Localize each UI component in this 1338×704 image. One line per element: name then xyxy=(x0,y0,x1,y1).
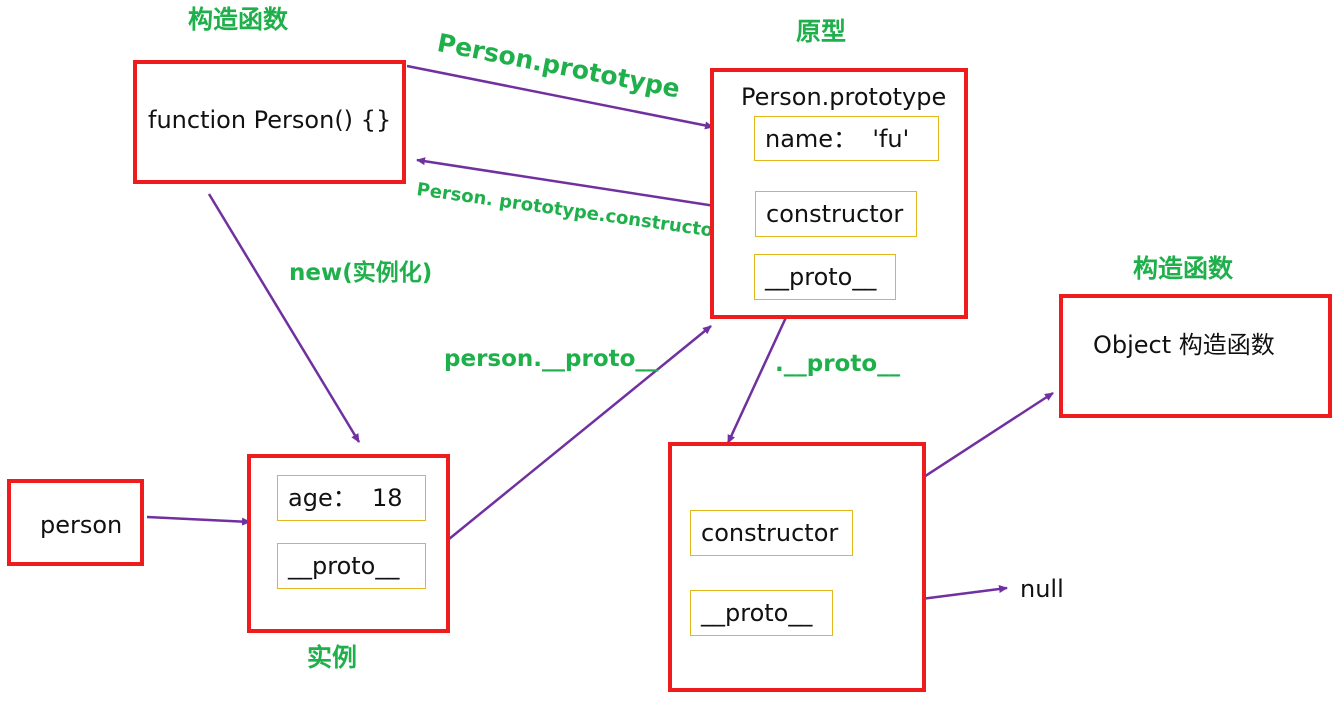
instance-age-property: age： 18 xyxy=(277,475,426,521)
arrow-label-proto: .__proto__ xyxy=(775,351,901,377)
prototype-constructor-property: constructor xyxy=(755,191,917,237)
instance-proto-property: __proto__ xyxy=(277,543,426,589)
prototype-title: 原型 xyxy=(796,17,847,46)
object-prototype-constructor-property: constructor xyxy=(690,510,853,556)
prototype-box-title: Person.prototype xyxy=(741,83,947,111)
constructor-function-title: 构造函数 xyxy=(188,5,289,34)
null-text: null xyxy=(1020,575,1064,603)
arrow-label-person-prototype: Person.prototype xyxy=(434,28,683,104)
person-variable-text: person xyxy=(40,511,123,539)
object-constructor-title: 构造函数 xyxy=(1133,254,1234,283)
arrow-label-prototype-constructor: Person. prototype.constructor xyxy=(415,179,724,243)
arrow-person-to-instance xyxy=(146,515,251,526)
object-prototype-box: constructor __proto__ xyxy=(668,442,926,692)
person-function-text: function Person() {} xyxy=(148,106,392,134)
instance-box: age： 18 __proto__ xyxy=(247,454,450,633)
person-prototype-box: Person.prototype name： 'fu' constructor … xyxy=(710,68,968,319)
object-prototype-proto-property: __proto__ xyxy=(690,590,833,636)
person-variable-box: person xyxy=(7,479,144,566)
arrow-label-person-proto: person.__proto__ xyxy=(444,346,659,372)
person-constructor-box: function Person() {} xyxy=(133,60,406,184)
arrow-new-instance xyxy=(207,193,361,443)
prototype-name-property: name： 'fu' xyxy=(754,116,939,161)
arrow-label-new: new(实例化) xyxy=(289,260,433,286)
prototype-proto-property: __proto__ xyxy=(754,254,896,300)
instance-title: 实例 xyxy=(307,643,358,672)
object-constructor-box: Object 构造函数 xyxy=(1059,294,1332,418)
object-constructor-text: Object 构造函数 xyxy=(1093,331,1275,359)
